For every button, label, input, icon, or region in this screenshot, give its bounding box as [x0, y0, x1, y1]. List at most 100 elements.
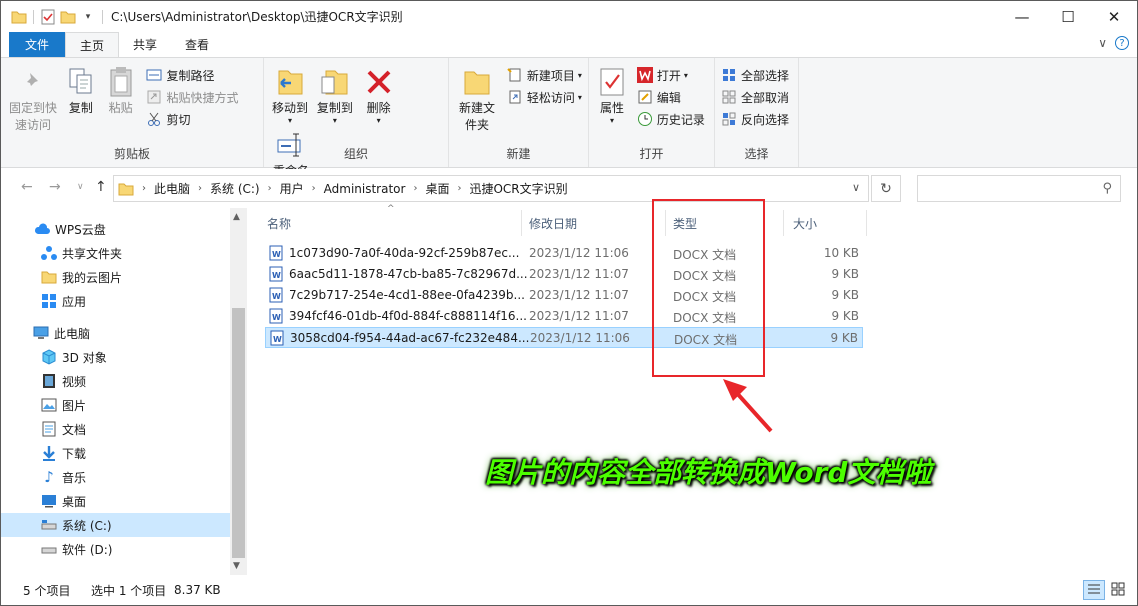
svg-text:W: W — [272, 313, 281, 322]
nav-scrollbar[interactable]: ▲ ▼ — [230, 208, 247, 575]
docx-file-icon: W — [269, 308, 283, 324]
scrollbar-thumb[interactable] — [232, 308, 245, 558]
svg-text:W: W — [272, 271, 281, 280]
back-arrow-icon[interactable]: ← — [21, 179, 33, 195]
move-to-button[interactable]: 移动到 ▾ — [270, 62, 310, 125]
docx-file-icon: W — [270, 330, 284, 346]
easy-access-button[interactable]: 轻松访问 ▾ — [507, 86, 582, 108]
cut-button[interactable]: 剪切 — [146, 108, 238, 130]
select-none-button[interactable]: 全部取消 — [721, 86, 789, 108]
column-header-date[interactable]: 修改日期 — [529, 208, 577, 238]
paste-button[interactable]: 粘贴 — [103, 62, 139, 117]
nav-item-music[interactable]: ♪ 音乐 — [1, 465, 231, 489]
scroll-up-arrow-icon[interactable]: ▲ — [233, 212, 240, 222]
window-controls: — ☐ ✕ — [999, 1, 1137, 32]
file-date: 2023/1/12 11:07 — [529, 288, 629, 302]
breadcrumb-this-pc[interactable]: 此电脑 — [154, 180, 190, 197]
up-arrow-icon[interactable]: ↑ — [95, 179, 107, 195]
paste-shortcut-button[interactable]: 粘贴快捷方式 — [146, 86, 239, 108]
address-box[interactable]: › 此电脑 › 系统 (C:) › 用户 › Administrator › 桌… — [113, 175, 869, 202]
chevron-down-icon: ▾ — [683, 70, 688, 80]
column-divider[interactable] — [866, 210, 867, 236]
nav-item-system-c[interactable]: 系统 (C:) — [1, 513, 231, 537]
nav-label: 图片 — [62, 398, 87, 413]
copy-path-button[interactable]: 复制路径 — [146, 64, 238, 86]
nav-item-3d-objects[interactable]: 3D 对象 — [1, 345, 231, 369]
chevron-down-icon[interactable]: ▾ — [80, 9, 96, 25]
copy-icon — [65, 66, 97, 98]
annotation-arrow-icon — [723, 379, 773, 433]
column-header-size[interactable]: 大小 — [793, 208, 817, 238]
nav-item-videos[interactable]: 视频 — [1, 369, 231, 393]
details-view-icon — [1087, 583, 1101, 598]
clipboard-group-label: 剪贴板 — [113, 147, 150, 161]
breadcrumb-users[interactable]: 用户 — [280, 180, 304, 197]
open-group: 属性 ▾ 打开 ▾ 编辑 历史记录 打开 — [589, 58, 715, 167]
copy-to-icon — [319, 66, 351, 98]
new-folder-icon[interactable] — [60, 9, 76, 25]
easy-access-label: 轻松访问 — [526, 90, 575, 105]
chevron-down-icon: ▾ — [287, 116, 292, 125]
breadcrumb-system-c[interactable]: 系统 (C:) — [210, 180, 260, 197]
new-folder-button[interactable]: 新建文件夹 — [455, 62, 499, 134]
column-divider[interactable] — [521, 210, 522, 236]
minimize-button[interactable]: — — [999, 1, 1045, 32]
nav-item-documents[interactable]: 文档 — [1, 417, 231, 441]
properties-icon[interactable] — [40, 9, 56, 25]
new-item-button[interactable]: 新建项目 ▾ — [507, 64, 582, 86]
breadcrumb-desktop[interactable]: 桌面 — [425, 180, 449, 197]
nav-item-wps-cloud[interactable]: WPS云盘 — [1, 217, 231, 241]
tab-share[interactable]: 共享 — [119, 32, 171, 57]
svg-text:W: W — [272, 250, 281, 259]
nav-item-apps[interactable]: 应用 — [1, 289, 231, 313]
nav-item-this-pc[interactable]: 此电脑 — [1, 321, 231, 345]
select-all-button[interactable]: 全部选择 — [721, 64, 789, 86]
expand-ribbon-button[interactable]: ∨ — [1098, 36, 1107, 50]
breadcrumb-administrator[interactable]: Administrator — [324, 182, 406, 196]
details-view-button[interactable] — [1083, 580, 1105, 600]
table-row[interactable]: W 394fcf46-01db-4f0d-884f-c888114f16... … — [265, 306, 863, 327]
nav-item-desktop[interactable]: 桌面 — [1, 489, 231, 513]
column-header-name[interactable]: 名称 — [267, 208, 291, 238]
tab-file[interactable]: 文件 — [9, 32, 66, 57]
copy-to-button[interactable]: 复制到 ▾ — [314, 62, 356, 125]
recent-locations-chevron-icon[interactable]: ∨ — [77, 182, 84, 192]
copy-button[interactable]: 复制 — [63, 62, 99, 117]
nav-label: 系统 (C:) — [62, 518, 112, 533]
organize-group: 移动到 ▾ 复制到 ▾ 删除 ▾ 重命名 — [264, 58, 449, 178]
table-row[interactable]: W 7c29b717-254e-4cd1-88ee-0fa4239b... 20… — [265, 285, 863, 306]
refresh-button[interactable]: ↻ — [871, 175, 901, 202]
history-label: 历史记录 — [656, 112, 705, 127]
breadcrumb-current-folder[interactable]: 迅捷OCR文字识别 — [469, 180, 567, 197]
properties-button[interactable]: 属性 ▾ — [595, 62, 629, 125]
table-row[interactable]: W 6aac5d11-1878-47cb-ba85-7c82967d... 20… — [265, 264, 863, 285]
nav-item-downloads[interactable]: 下载 — [1, 441, 231, 465]
scroll-down-arrow-icon[interactable]: ▼ — [233, 561, 240, 571]
search-input[interactable]: ⚲ — [917, 175, 1121, 202]
nav-item-shared-folder[interactable]: 共享文件夹 — [1, 241, 231, 265]
nav-item-pictures[interactable]: 图片 — [1, 393, 231, 417]
invert-selection-button[interactable]: 反向选择 — [721, 108, 789, 130]
open-button[interactable]: 打开 ▾ — [636, 64, 705, 86]
ribbon-tab-controls: ∨ ? — [1098, 36, 1129, 50]
tab-view[interactable]: 查看 — [171, 32, 223, 57]
help-button[interactable]: ? — [1115, 36, 1129, 50]
forward-arrow-icon[interactable]: → — [49, 179, 61, 195]
large-icons-view-button[interactable] — [1107, 580, 1129, 600]
tab-home[interactable]: 主页 — [65, 32, 120, 57]
scissors-icon — [146, 111, 162, 127]
table-row-selected[interactable]: W 3058cd04-f954-44ad-ac67-fc232e484... 2… — [265, 327, 863, 348]
address-dropdown-chevron-icon[interactable]: ∨ — [852, 181, 860, 194]
column-divider[interactable] — [783, 210, 784, 236]
delete-button[interactable]: 删除 ▾ — [360, 62, 398, 125]
close-button[interactable]: ✕ — [1091, 1, 1137, 32]
search-icon: ⚲ — [1102, 181, 1112, 196]
nav-item-software-d[interactable]: 软件 (D:) — [1, 537, 231, 561]
maximize-button[interactable]: ☐ — [1045, 1, 1091, 32]
file-name: 394fcf46-01db-4f0d-884f-c888114f16... — [289, 309, 527, 323]
history-button[interactable]: 历史记录 — [637, 108, 705, 130]
table-row[interactable]: W 1c073d90-7a0f-40da-92cf-259b87ec... 20… — [265, 243, 863, 264]
pin-quick-access-button[interactable]: 固定到快速访问 — [7, 62, 59, 134]
nav-item-cloud-pictures[interactable]: 我的云图片 — [1, 265, 231, 289]
edit-button[interactable]: 编辑 — [637, 86, 705, 108]
